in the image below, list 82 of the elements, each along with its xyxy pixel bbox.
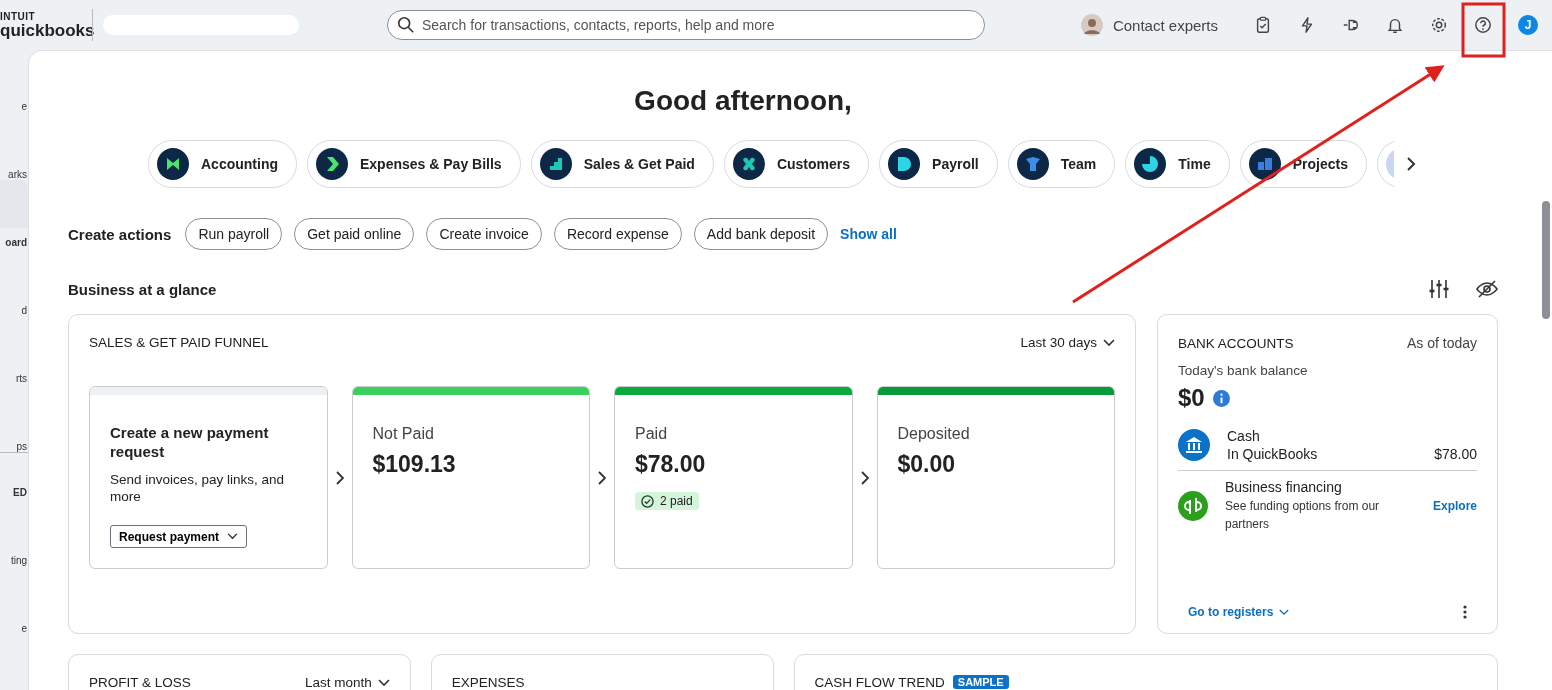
period-dropdown[interactable]: Last month [304,675,390,690]
more-options-icon[interactable] [1463,605,1467,619]
stage-label: Paid [635,425,669,443]
funnel-stage-card[interactable]: Deposited $0.00 [876,386,1115,569]
explore-link[interactable]: Explore [1433,499,1477,513]
account-subtitle: In QuickBooks [1227,446,1319,462]
action-button[interactable]: Run payroll [185,218,283,250]
chevron-right-icon [598,470,606,485]
greeting-heading: Good afternoon, [633,84,853,118]
sidebar-item[interactable]: arks [0,112,28,180]
time-icon [1134,148,1167,180]
hide-icon[interactable] [1476,278,1498,300]
info-icon[interactable] [1212,389,1230,407]
caret-icon [377,678,390,687]
sample-badge: SAMPLE [952,675,1009,689]
contact-experts-button[interactable]: Contact experts [1080,14,1218,36]
user-avatar[interactable]: J [1518,15,1538,35]
projects-icon [1248,148,1281,180]
stage-label: Deposited [897,425,971,443]
sliders-icon[interactable] [1428,278,1450,300]
action-button[interactable]: Get paid online [294,218,415,250]
sidebar-item[interactable]: e [0,50,28,112]
card-title: PROFIT & LOSS [89,675,191,690]
quickbooks-logo[interactable]: INTUIT quickbooks [0,11,92,39]
stage-amount: $109.13 [372,451,457,478]
bell-icon[interactable] [1386,16,1404,34]
action-button[interactable]: Create invoice [426,218,542,250]
bank-icon [1178,429,1210,461]
sidebar-item[interactable]: oard [0,180,28,248]
chevron-right-icon[interactable] [1406,156,1416,172]
quickbooks-logo-icon [1178,491,1208,521]
caret-icon [227,533,239,540]
sidebar-item[interactable]: rts [0,316,28,384]
sidebar-item[interactable]: d [0,248,28,316]
card-description: Send invoices, pay links, and more [110,471,286,505]
stage-label: Not Paid [372,425,435,443]
card-title: BANK ACCOUNTS [1178,335,1294,351]
sidebar-item[interactable]: e [0,566,28,634]
balance-label: Today's bank balance [1178,363,1309,378]
team-icon [1016,148,1049,180]
balance-amount: $0 [1178,384,1205,412]
create-actions-label: Create actions [68,225,172,243]
status-badge: 2 paid [635,492,699,510]
chevron-right-icon [860,470,869,485]
funnel-stage-card[interactable]: Paid $78.00 2 paid [614,386,853,569]
clipboard-icon[interactable] [1254,16,1272,34]
search-field[interactable]: Search for transactions, contacts, reports, help and more [387,10,985,40]
settings-icon[interactable] [1430,16,1448,34]
avatar-icon [1080,14,1103,36]
check-circle-icon [641,494,654,508]
stage-amount: $0.00 [897,451,957,478]
sidebar-item[interactable]: ps [0,384,28,452]
account-subtitle: See funding options from our partners [1225,498,1381,533]
card-title: EXPENSES [451,675,525,690]
sales-icon [539,148,572,180]
go-to-registers-link[interactable]: Go to registers [1188,605,1290,619]
expenses-icon [316,148,348,180]
show-all-link[interactable]: Show all [840,226,897,242]
action-button[interactable]: Add bank deposit [693,218,829,250]
customers-icon [732,148,765,180]
account-name: Business financing [1225,479,1343,495]
highlight-box [1461,2,1506,58]
card-title: SALES & GET PAID FUNNEL [89,335,269,350]
sidebar-item[interactable]: ting [0,498,28,566]
payroll-icon [888,148,921,180]
section-title: Business at a glance [68,280,217,298]
account-amount: $78.00 [1434,446,1477,462]
action-button[interactable]: Record expense [553,218,682,250]
help-icon[interactable] [1474,16,1492,34]
caret-icon [1279,608,1290,616]
card-title: CASH FLOW TREND [814,675,945,690]
as-of-label: As of today [1406,335,1477,351]
request-payment-button[interactable]: Request payment [110,525,248,548]
stage-amount: $78.00 [635,451,707,478]
accounting-icon [157,148,189,180]
search-icon [397,16,415,34]
chevron-right-icon [335,470,344,485]
caret-icon [1103,338,1115,347]
period-dropdown[interactable]: Last 30 days [1020,335,1115,350]
card-heading: Create a new payment request [110,423,270,461]
account-name: Cash [1227,428,1261,444]
funnel-stage-card[interactable]: Not Paid $109.13 [351,386,590,569]
